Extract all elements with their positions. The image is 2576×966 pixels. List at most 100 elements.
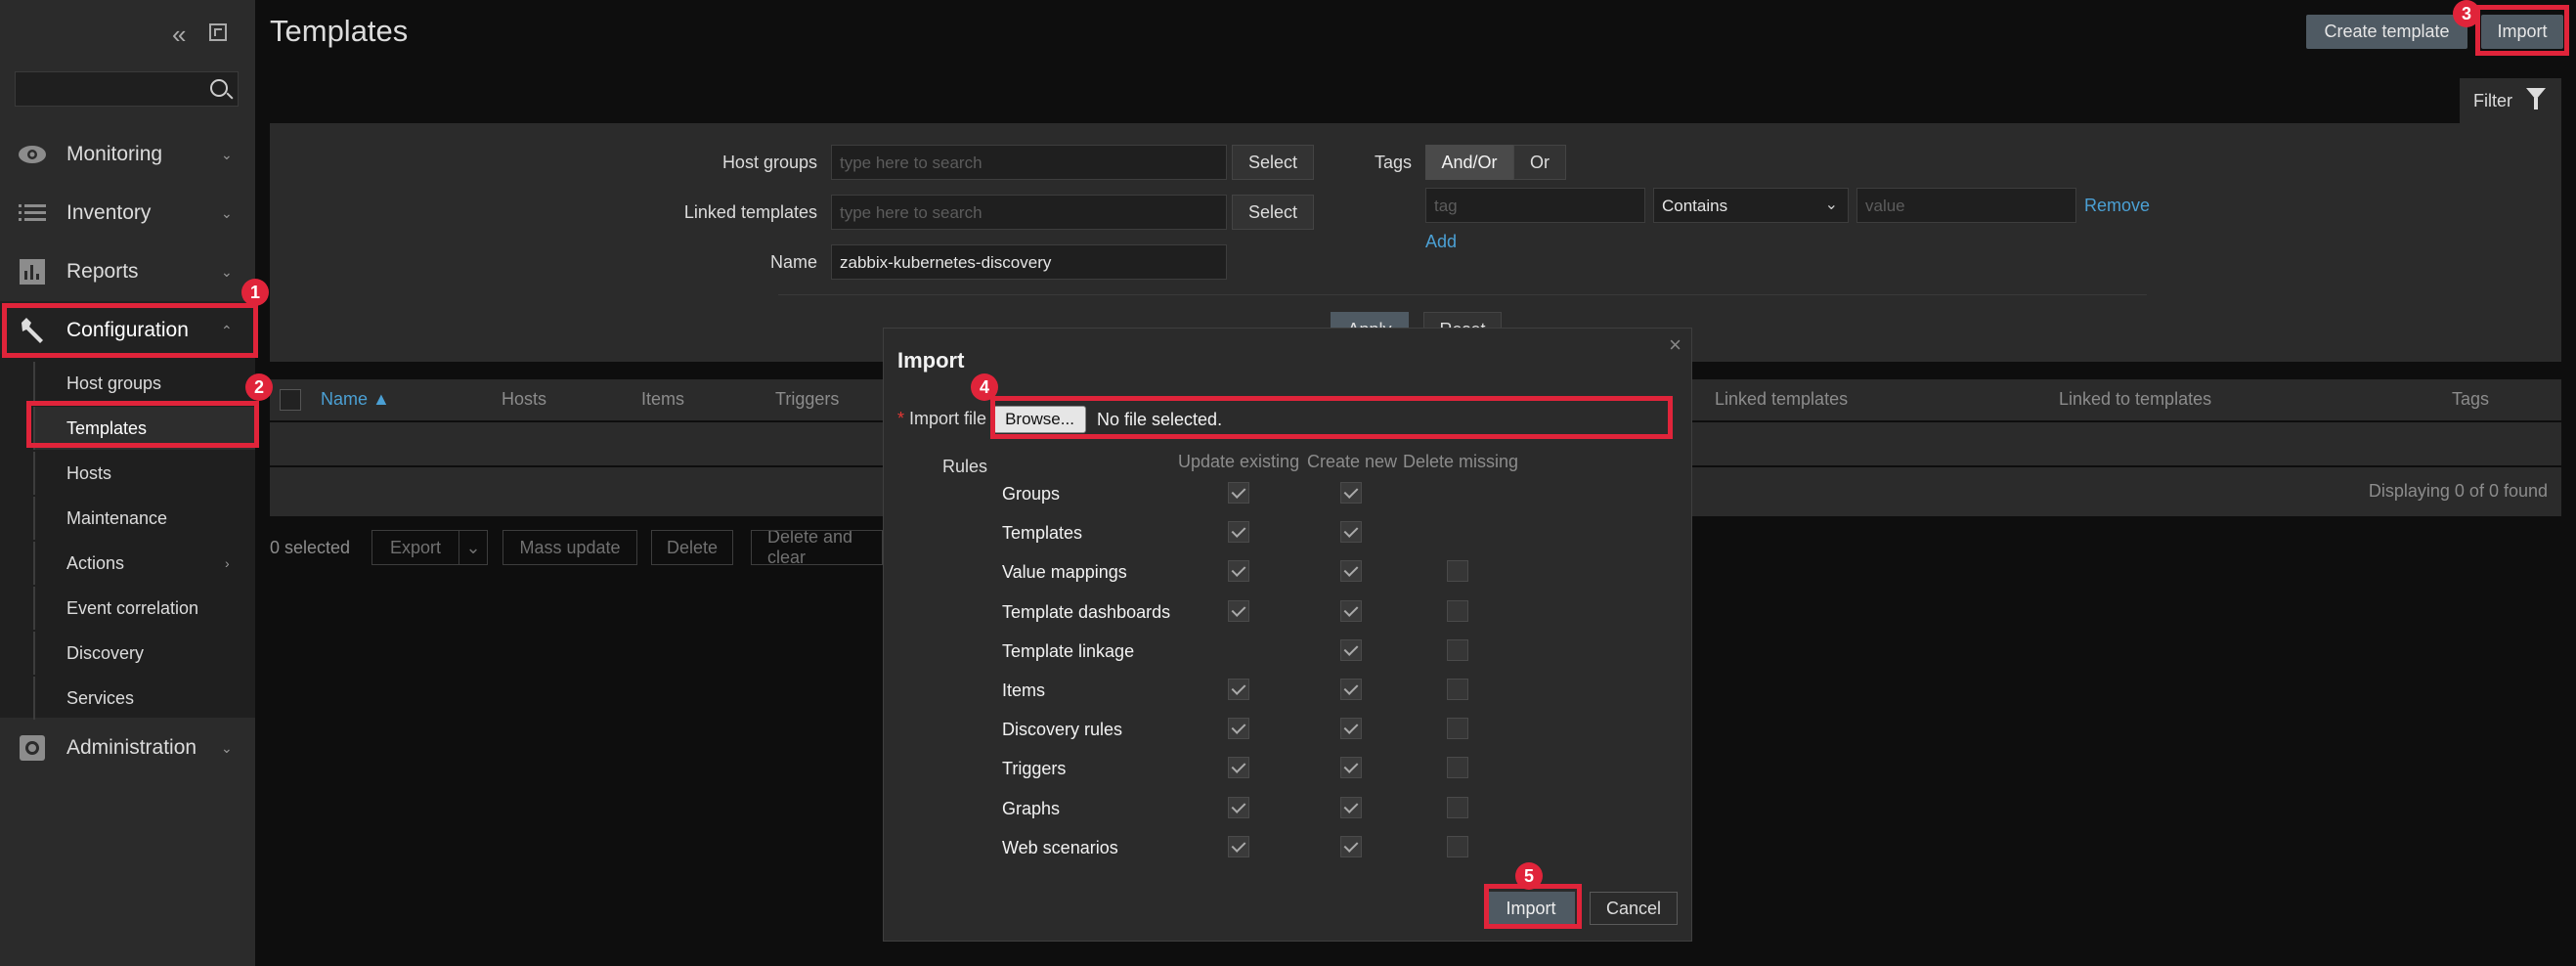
delete-button[interactable]: Delete	[651, 530, 733, 565]
rule-delete-checkbox[interactable]	[1447, 718, 1468, 740]
mass-update-button[interactable]: Mass update	[502, 530, 637, 565]
menu-item-reports[interactable]: Reports ⌄	[0, 242, 255, 301]
remove-tag-link[interactable]: Remove	[2084, 196, 2150, 216]
chevron-down-icon: ⌄	[221, 204, 233, 221]
name-label: Name	[769, 252, 817, 272]
annotation-badge: 5	[1515, 862, 1543, 890]
import-file-label-text: Import file	[909, 409, 987, 428]
or-toggle[interactable]: Or	[1513, 145, 1566, 180]
add-tag-link[interactable]: Add	[1425, 232, 1457, 252]
linked-templates-input[interactable]: type here to search	[831, 195, 1227, 230]
rule-delete-checkbox[interactable]	[1447, 679, 1468, 700]
chevron-right-icon: ›	[225, 555, 230, 571]
rule-name: Items	[1002, 681, 1046, 700]
submenu-item-maintenance[interactable]: Maintenance	[33, 497, 255, 540]
name-input[interactable]: zabbix-kubernetes-discovery	[831, 244, 1227, 280]
tag-operator-value: Contains	[1662, 197, 1728, 215]
column-header-triggers: Triggers	[775, 389, 840, 409]
eye-icon	[18, 140, 47, 169]
dialog-cancel-button[interactable]: Cancel	[1590, 892, 1678, 925]
submenu-item-services[interactable]: Services	[33, 677, 255, 720]
column-header-name[interactable]: Name ▲	[321, 389, 390, 410]
list-icon	[18, 198, 47, 228]
submenu-label: Discovery	[66, 642, 145, 663]
chevron-down-icon: ⌄	[221, 263, 233, 280]
delete-and-clear-button[interactable]: Delete and clear	[751, 530, 883, 565]
submenu-label: Event correlation	[66, 597, 199, 618]
rule-create-checkbox[interactable]	[1340, 796, 1362, 818]
rule-name: Web scenarios	[1002, 837, 1118, 857]
menu-item-administration[interactable]: Administration ⌄	[0, 719, 255, 777]
filter-icon	[2526, 88, 2546, 110]
submenu-label: Maintenance	[66, 507, 168, 528]
gear-icon	[18, 733, 47, 763]
rule-delete-checkbox[interactable]	[1447, 835, 1468, 857]
submenu-item-host-groups[interactable]: Host groups	[33, 362, 255, 405]
submenu-item-actions[interactable]: Actions ›	[33, 542, 255, 585]
page-title: Templates	[270, 14, 409, 48]
create-template-button[interactable]: Create template	[2306, 15, 2467, 49]
rule-update-checkbox[interactable]	[1228, 796, 1249, 818]
rule-update-checkbox[interactable]	[1228, 521, 1249, 544]
rule-update-checkbox[interactable]	[1228, 599, 1249, 622]
app-root: « Monitoring ⌄ Inventory ⌄ Reports ⌄ Con…	[0, 0, 2576, 966]
select-all-checkbox[interactable]	[280, 389, 301, 411]
menu-label: Reports	[66, 260, 139, 283]
rule-name: Discovery rules	[1002, 720, 1123, 740]
rule-update-checkbox[interactable]	[1228, 718, 1249, 740]
tag-value-input[interactable]: value	[1856, 188, 2076, 223]
tag-input[interactable]: tag	[1425, 188, 1645, 223]
filter-tab[interactable]: Filter	[2460, 78, 2561, 123]
column-header-items: Items	[641, 389, 685, 409]
linked-templates-select-button[interactable]: Select	[1232, 195, 1314, 230]
rule-create-checkbox[interactable]	[1340, 835, 1362, 857]
menu-item-inventory[interactable]: Inventory ⌄	[0, 184, 255, 242]
rule-update-checkbox[interactable]	[1228, 560, 1249, 583]
column-delete-missing: Delete missing	[1403, 452, 1519, 471]
export-dropdown-button[interactable]: ⌄	[458, 530, 488, 565]
rule-delete-checkbox[interactable]	[1447, 796, 1468, 818]
rule-name: Template dashboards	[1002, 601, 1171, 622]
submenu-item-discovery[interactable]: Discovery	[33, 632, 255, 675]
rules-label: Rules	[942, 457, 988, 476]
annotation-badge: 4	[971, 373, 998, 401]
rule-create-checkbox[interactable]	[1340, 718, 1362, 740]
host-groups-select-button[interactable]: Select	[1232, 145, 1314, 180]
sidebar-search-input[interactable]	[15, 71, 239, 107]
rule-delete-checkbox[interactable]	[1447, 757, 1468, 779]
rule-create-checkbox[interactable]	[1340, 599, 1362, 622]
rule-update-checkbox[interactable]	[1228, 835, 1249, 857]
rule-create-checkbox[interactable]	[1340, 521, 1362, 544]
submenu-label: Actions	[66, 552, 125, 573]
rule-update-checkbox[interactable]	[1228, 757, 1249, 779]
highlight-import-button	[2475, 5, 2569, 56]
rule-create-checkbox[interactable]	[1340, 560, 1362, 583]
menu-item-monitoring[interactable]: Monitoring ⌄	[0, 125, 255, 184]
column-update-existing: Update existing	[1178, 452, 1300, 471]
rule-delete-checkbox[interactable]	[1447, 638, 1468, 661]
search-icon[interactable]	[210, 79, 228, 97]
submenu-item-event-correlation[interactable]: Event correlation	[33, 587, 255, 630]
rule-create-checkbox[interactable]	[1340, 482, 1362, 504]
export-button[interactable]: Export	[371, 530, 459, 565]
rule-name: Templates	[1002, 523, 1083, 544]
rule-delete-checkbox[interactable]	[1447, 560, 1468, 583]
kiosk-mode-icon[interactable]	[209, 23, 227, 41]
chevron-down-icon: ⌄	[221, 146, 233, 162]
rule-name: Graphs	[1002, 798, 1061, 818]
rule-update-checkbox[interactable]	[1228, 482, 1249, 504]
rule-create-checkbox[interactable]	[1340, 757, 1362, 779]
column-create-new: Create new	[1307, 452, 1398, 471]
submenu-item-hosts[interactable]: Hosts	[33, 452, 255, 495]
and-or-toggle[interactable]: And/Or	[1425, 145, 1513, 180]
rule-name: Value mappings	[1002, 562, 1127, 583]
rule-create-checkbox[interactable]	[1340, 679, 1362, 700]
host-groups-input[interactable]: type here to search	[831, 145, 1227, 180]
rule-delete-checkbox[interactable]	[1447, 599, 1468, 622]
highlight-configuration	[2, 303, 258, 358]
rule-update-checkbox[interactable]	[1228, 679, 1249, 700]
rule-create-checkbox[interactable]	[1340, 638, 1362, 661]
double-chevron-left-icon[interactable]: «	[172, 22, 186, 47]
tag-operator-select[interactable]: Contains ⌄	[1653, 188, 1849, 223]
close-icon[interactable]: ×	[1669, 332, 1681, 358]
